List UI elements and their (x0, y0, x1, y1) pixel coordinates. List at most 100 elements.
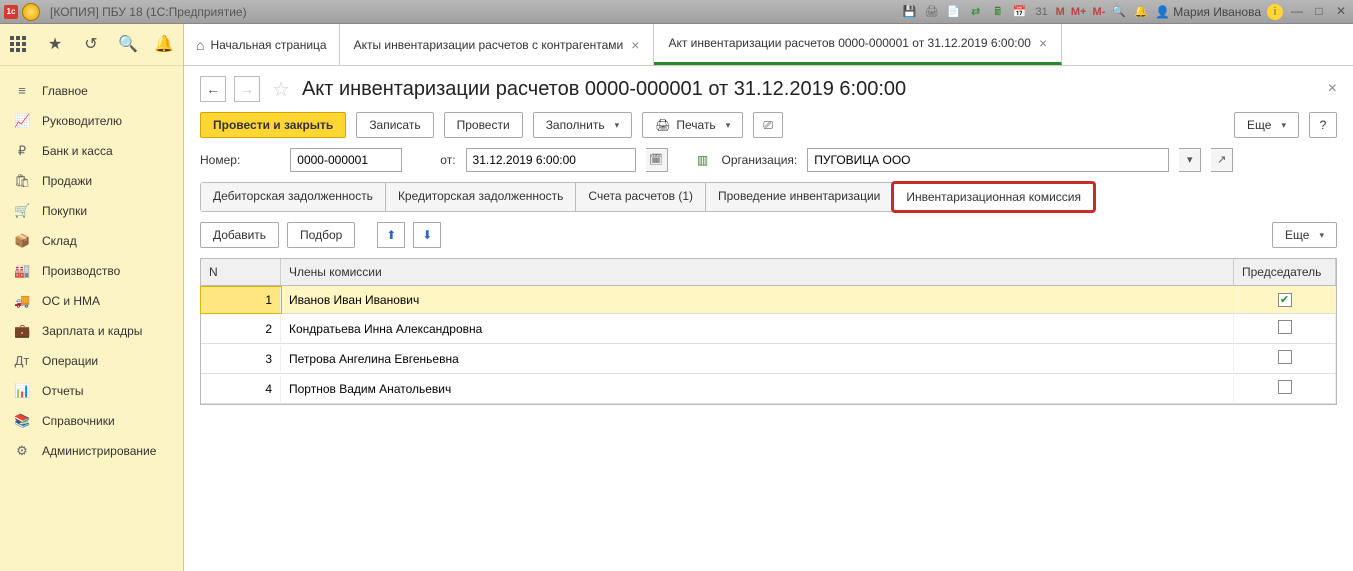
cell-name: Иванов Иван Иванович (281, 287, 1234, 313)
number-label: Номер: (200, 153, 240, 167)
post-and-close-button[interactable]: Провести и закрыть (200, 112, 346, 138)
date-field[interactable]: 31.12.2019 6:00:00 (466, 148, 636, 172)
dropdown-icon[interactable]: ▾ (1179, 148, 1201, 172)
memory-mplus[interactable]: M+ (1071, 6, 1087, 18)
tab-label: Акт инвентаризации расчетов 0000-000001 … (668, 36, 1031, 50)
checkbox-icon[interactable] (1278, 293, 1292, 307)
number-field[interactable]: 0000-000001 (290, 148, 402, 172)
calc-icon[interactable]: 🖩 (990, 4, 1006, 20)
col-n[interactable]: N (201, 259, 281, 285)
search-toolbar-icon[interactable]: 🔍 (1111, 4, 1127, 20)
subtab-debit[interactable]: Дебиторская задолженность (201, 183, 386, 211)
maximize-icon[interactable]: □ (1311, 4, 1327, 20)
help-button[interactable]: ? (1309, 112, 1337, 138)
sidebar-item-1[interactable]: 📈Руководителю (0, 106, 183, 136)
search-icon[interactable]: 🔍 (118, 36, 136, 54)
tab-home[interactable]: ⌂ Начальная страница (184, 24, 340, 65)
minimize-icon[interactable]: — (1289, 4, 1305, 20)
checkbox-icon[interactable] (1278, 350, 1292, 364)
cell-name: Петрова Ангелина Евгеньевна (281, 346, 1234, 372)
sidebar-item-3[interactable]: 🛍Продажи (0, 166, 183, 196)
history-icon[interactable]: ↺ (82, 36, 100, 54)
save-icon[interactable]: 💾 (902, 4, 918, 20)
move-down-button[interactable]: ⬇ (413, 222, 441, 248)
open-ref-icon[interactable]: ↗ (1211, 148, 1233, 172)
col-name[interactable]: Члены комиссии (281, 259, 1234, 285)
cell-chair[interactable] (1234, 344, 1336, 373)
org-field[interactable]: ПУГОВИЦА ООО (807, 148, 1169, 172)
sidebar-item-8[interactable]: 💼Зарплата и кадры (0, 316, 183, 346)
structure-button[interactable]: ⎚ (753, 112, 783, 138)
sidebar-item-6[interactable]: 🏭Производство (0, 256, 183, 286)
sidebar-item-2[interactable]: ₽Банк и касса (0, 136, 183, 166)
sidebar-item-0[interactable]: ≡Главное (0, 76, 183, 106)
subtab-accounts[interactable]: Счета расчетов (1) (576, 183, 706, 211)
window-titlebar: 1c [КОПИЯ] ПБУ 18 (1С:Предприятие) 💾 🖨 📄… (0, 0, 1353, 24)
print-icon[interactable]: 🖨 (924, 4, 940, 20)
favorite-icon[interactable]: ★ (46, 36, 64, 54)
checkbox-icon[interactable] (1278, 320, 1292, 334)
sidebar-item-7[interactable]: 🚚ОС и НМА (0, 286, 183, 316)
subtab-conducting[interactable]: Проведение инвентаризации (706, 183, 893, 211)
cell-n: 4 (201, 376, 281, 402)
save-button[interactable]: Записать (356, 112, 433, 138)
checkbox-icon[interactable] (1278, 380, 1292, 394)
post-button[interactable]: Провести (444, 112, 523, 138)
sidebar-toolbar: ★ ↺ 🔍 🔔 (0, 24, 183, 66)
cell-chair[interactable] (1234, 286, 1336, 313)
fill-button[interactable]: Заполнить (533, 112, 632, 138)
sidebar-item-4[interactable]: 🛒Покупки (0, 196, 183, 226)
table-more-button[interactable]: Еще (1272, 222, 1337, 248)
tab-inventory-act[interactable]: Акт инвентаризации расчетов 0000-000001 … (654, 24, 1062, 65)
more-button[interactable]: Еще (1234, 112, 1299, 138)
subtab-credit[interactable]: Кредиторская задолженность (386, 183, 576, 211)
compare-icon[interactable]: ⇄ (968, 4, 984, 20)
table-toolbar: Добавить Подбор ⬆ ⬇ Еще (200, 222, 1337, 248)
date-icon[interactable]: 31 (1034, 4, 1050, 20)
app-logo-icon: 1c (4, 5, 18, 19)
close-icon[interactable]: × (1039, 35, 1047, 51)
close-window-icon[interactable]: ✕ (1333, 4, 1349, 20)
cell-chair[interactable] (1234, 374, 1336, 403)
col-chair[interactable]: Председатель (1234, 259, 1336, 285)
table-row[interactable]: 4Портнов Вадим Анатольевич (201, 374, 1336, 404)
cell-chair[interactable] (1234, 314, 1336, 343)
print-button[interactable]: 🖨Печать (642, 112, 743, 138)
info-icon[interactable]: i (1267, 4, 1283, 20)
sidebar-item-label: Отчеты (42, 384, 83, 398)
sidebar-item-10[interactable]: 📊Отчеты (0, 376, 183, 406)
tab-inventory-acts-list[interactable]: Акты инвентаризации расчетов с контраген… (340, 24, 655, 65)
calendar-icon[interactable]: 📅 (1012, 4, 1028, 20)
link-icon[interactable]: ▥ (694, 151, 712, 169)
close-icon[interactable]: × (631, 37, 639, 53)
sidebar-item-label: Операции (42, 354, 98, 368)
user-name[interactable]: 👤 Мария Иванова (1155, 5, 1261, 19)
close-doc-icon[interactable]: × (1328, 80, 1337, 98)
doc-icon[interactable]: 📄 (946, 4, 962, 20)
table-row[interactable]: 2Кондратьева Инна Александровна (201, 314, 1336, 344)
cell-n: 2 (201, 316, 281, 342)
subtab-commission[interactable]: Инвентаризационная комиссия (891, 181, 1096, 213)
table-row[interactable]: 1Иванов Иван Иванович (201, 286, 1336, 314)
sidebar-item-label: Зарплата и кадры (42, 324, 142, 338)
sidebar-item-5[interactable]: 📦Склад (0, 226, 183, 256)
memory-mminus[interactable]: M- (1092, 6, 1105, 18)
nav-back-button[interactable]: ← (200, 76, 226, 102)
sidebar-item-9[interactable]: ДтОперации (0, 346, 183, 376)
bell-icon[interactable]: 🔔 (154, 36, 172, 54)
table-row[interactable]: 3Петрова Ангелина Евгеньевна (201, 344, 1336, 374)
sidebar-item-label: Продажи (42, 174, 92, 188)
calendar-button-icon[interactable]: 🗓 (646, 148, 668, 172)
memory-m[interactable]: M (1056, 6, 1065, 18)
sidebar-item-11[interactable]: 📚Справочники (0, 406, 183, 436)
sidebar-item-12[interactable]: ⚙Администрирование (0, 436, 183, 466)
add-button[interactable]: Добавить (200, 222, 279, 248)
select-button[interactable]: Подбор (287, 222, 355, 248)
move-up-button[interactable]: ⬆ (377, 222, 405, 248)
apps-icon[interactable] (10, 36, 28, 54)
tab-label: Акты инвентаризации расчетов с контраген… (354, 38, 624, 52)
sidebar-item-label: Покупки (42, 204, 87, 218)
nav-forward-button[interactable]: → (234, 76, 260, 102)
notification-icon[interactable]: 🔔 (1133, 4, 1149, 20)
star-icon[interactable]: ☆ (272, 77, 290, 102)
